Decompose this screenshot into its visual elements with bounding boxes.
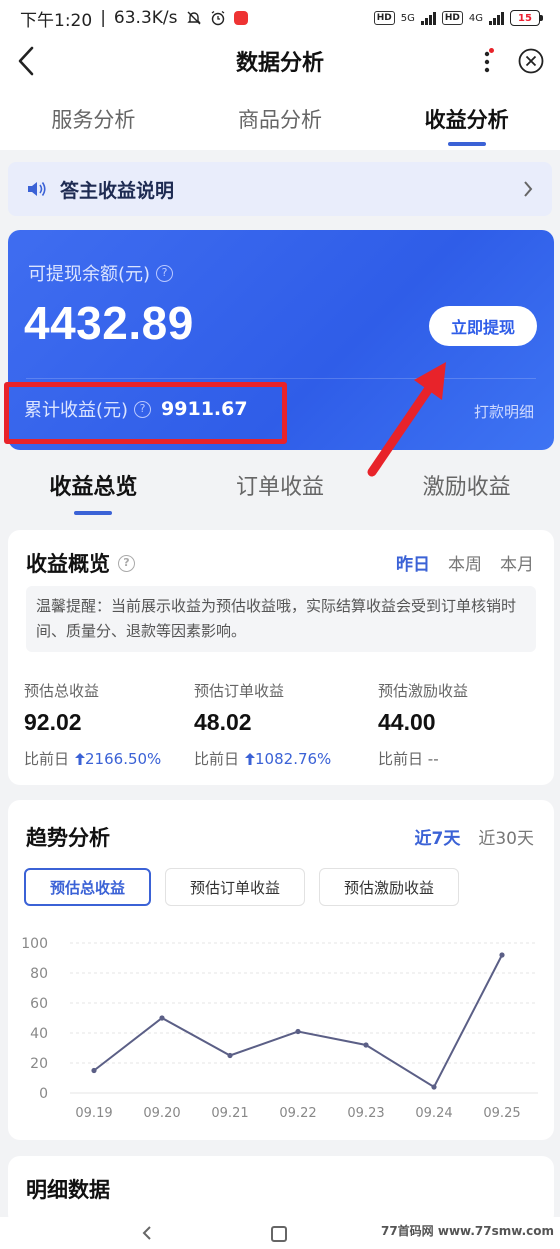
mute-bell-icon <box>186 11 201 25</box>
x-tick-label: 09.24 <box>415 1106 452 1121</box>
app-notification-icon <box>233 11 248 25</box>
y-tick-label: 20 <box>30 1056 48 1072</box>
chevron-right-icon <box>524 181 533 197</box>
detail-title: 明细数据 <box>26 1178 110 1202</box>
status-bar: 下午1:20 | 63.3K/s HD 5G HD 4G 15 <box>0 0 560 36</box>
tab-revenue-overview[interactable]: 收益总览 <box>0 455 187 517</box>
hd-badge: HD <box>441 11 463 25</box>
help-icon[interactable]: ? <box>118 554 135 572</box>
x-tick-label: 09.22 <box>279 1106 316 1121</box>
trend-period-selector: 近7天 近30天 <box>415 824 534 849</box>
y-tick-label: 40 <box>30 1026 48 1042</box>
overview-period-selector: 昨日 本周 本月 <box>396 550 534 575</box>
arrow-up-icon <box>245 753 256 765</box>
trend-analysis-card: 趋势分析 近7天 近30天 预估总收益 预估订单收益 预估激励收益 100 80 6… <box>8 800 554 1140</box>
period-7-days[interactable]: 近7天 <box>415 824 461 849</box>
help-icon[interactable]: ? <box>156 264 174 282</box>
notice-text: 答主收益说明 <box>60 179 175 202</box>
chip-order-revenue[interactable]: 预估订单收益 <box>165 868 306 906</box>
chip-total-revenue[interactable]: 预估总收益 <box>24 868 152 906</box>
period-30-days[interactable]: 近30天 <box>478 824 534 849</box>
period-yesterday[interactable]: 昨日 <box>396 550 430 575</box>
signal-icon <box>420 11 436 25</box>
withdraw-button[interactable]: 立即提现 <box>429 306 537 346</box>
nav-back-icon[interactable] <box>140 1225 154 1241</box>
alarm-icon <box>211 10 224 26</box>
signal-icon <box>489 11 504 25</box>
metric-chips: 预估总收益 预估订单收益 预估激励收益 <box>24 868 460 906</box>
tab-incentive-revenue[interactable]: 激励收益 <box>373 455 560 517</box>
close-icon[interactable] <box>518 48 544 74</box>
tab-product-analysis[interactable]: 商品分析 <box>187 86 374 150</box>
app-header: 数据分析 <box>0 36 560 86</box>
reminder-text: 温馨提醒：当前展示收益为预估收益哦，实际结算收益会受到订单核销时间、质量分、退款… <box>26 586 536 652</box>
data-point <box>91 1067 97 1074</box>
arrow-up-icon <box>75 753 86 765</box>
period-this-week[interactable]: 本周 <box>448 550 482 575</box>
data-point <box>431 1084 437 1090</box>
y-tick-label: 0 <box>39 1086 48 1102</box>
x-tick-label: 09.21 <box>211 1106 248 1121</box>
data-point <box>363 1042 369 1048</box>
stat-order: 预估订单收益 48.02 比前日 1082.76% <box>194 682 332 768</box>
period-this-month[interactable]: 本月 <box>500 550 534 575</box>
data-point <box>159 1015 165 1021</box>
stat-incentive: 预估激励收益 44.00 比前日 -- <box>378 682 469 768</box>
series-line <box>93 954 503 1089</box>
overview-title: 收益概览 <box>26 552 110 576</box>
detail-data-card: 明细数据 <box>8 1156 554 1226</box>
stat-total: 预估总收益 92.02 比前日 2166.50% <box>24 682 162 768</box>
nav-home-icon[interactable] <box>271 1226 287 1242</box>
analysis-tabs: 服务分析 商品分析 收益分析 <box>0 86 560 150</box>
revenue-subtabs: 收益总览 订单收益 激励收益 <box>0 455 560 517</box>
payment-details-link[interactable]: 打款明细 <box>474 401 534 422</box>
tab-service-analysis[interactable]: 服务分析 <box>0 86 187 150</box>
data-point <box>295 1028 301 1035</box>
balance-amount: 4432.89 <box>24 297 194 349</box>
speaker-icon <box>28 182 46 196</box>
x-tick-label: 09.23 <box>347 1106 384 1121</box>
chip-incentive-revenue[interactable]: 预估激励收益 <box>319 868 460 906</box>
y-tick-label: 80 <box>30 966 48 982</box>
revenue-overview-card: 收益概览 ? 昨日 本周 本月 温馨提醒：当前展示收益为预估收益哦，实际结算收益… <box>8 530 554 785</box>
y-tick-label: 60 <box>30 996 48 1012</box>
x-tick-label: 09.25 <box>483 1106 520 1121</box>
network-speed: 63.3K/s <box>113 8 178 28</box>
status-time: 下午1:20 <box>20 10 93 31</box>
page-title: 数据分析 <box>235 51 324 76</box>
data-point <box>499 952 505 958</box>
highlight-annotation-box <box>4 382 287 444</box>
watermark-text: 77首码网 www.77smw.com <box>380 1222 554 1239</box>
back-icon[interactable] <box>14 42 44 80</box>
tab-order-revenue[interactable]: 订单收益 <box>187 455 374 517</box>
battery-icon: 15 <box>510 10 543 26</box>
x-tick-label: 09.19 <box>75 1106 112 1121</box>
tab-revenue-analysis[interactable]: 收益分析 <box>373 86 560 150</box>
more-options-icon[interactable] <box>480 48 494 76</box>
hd-badge: HD <box>373 11 395 25</box>
x-tick-label: 09.20 <box>143 1106 180 1121</box>
trend-line-chart: 100 80 60 40 20 0 09.19 09.20 09.21 09.22 09.23 09.… <box>21 936 538 1121</box>
y-tick-label: 100 <box>21 936 48 952</box>
balance-label: 可提现余额(元) <box>28 264 151 285</box>
data-point <box>227 1052 233 1059</box>
revenue-notice-bar[interactable]: 答主收益说明 <box>8 162 552 216</box>
trend-title: 趋势分析 <box>26 826 110 850</box>
